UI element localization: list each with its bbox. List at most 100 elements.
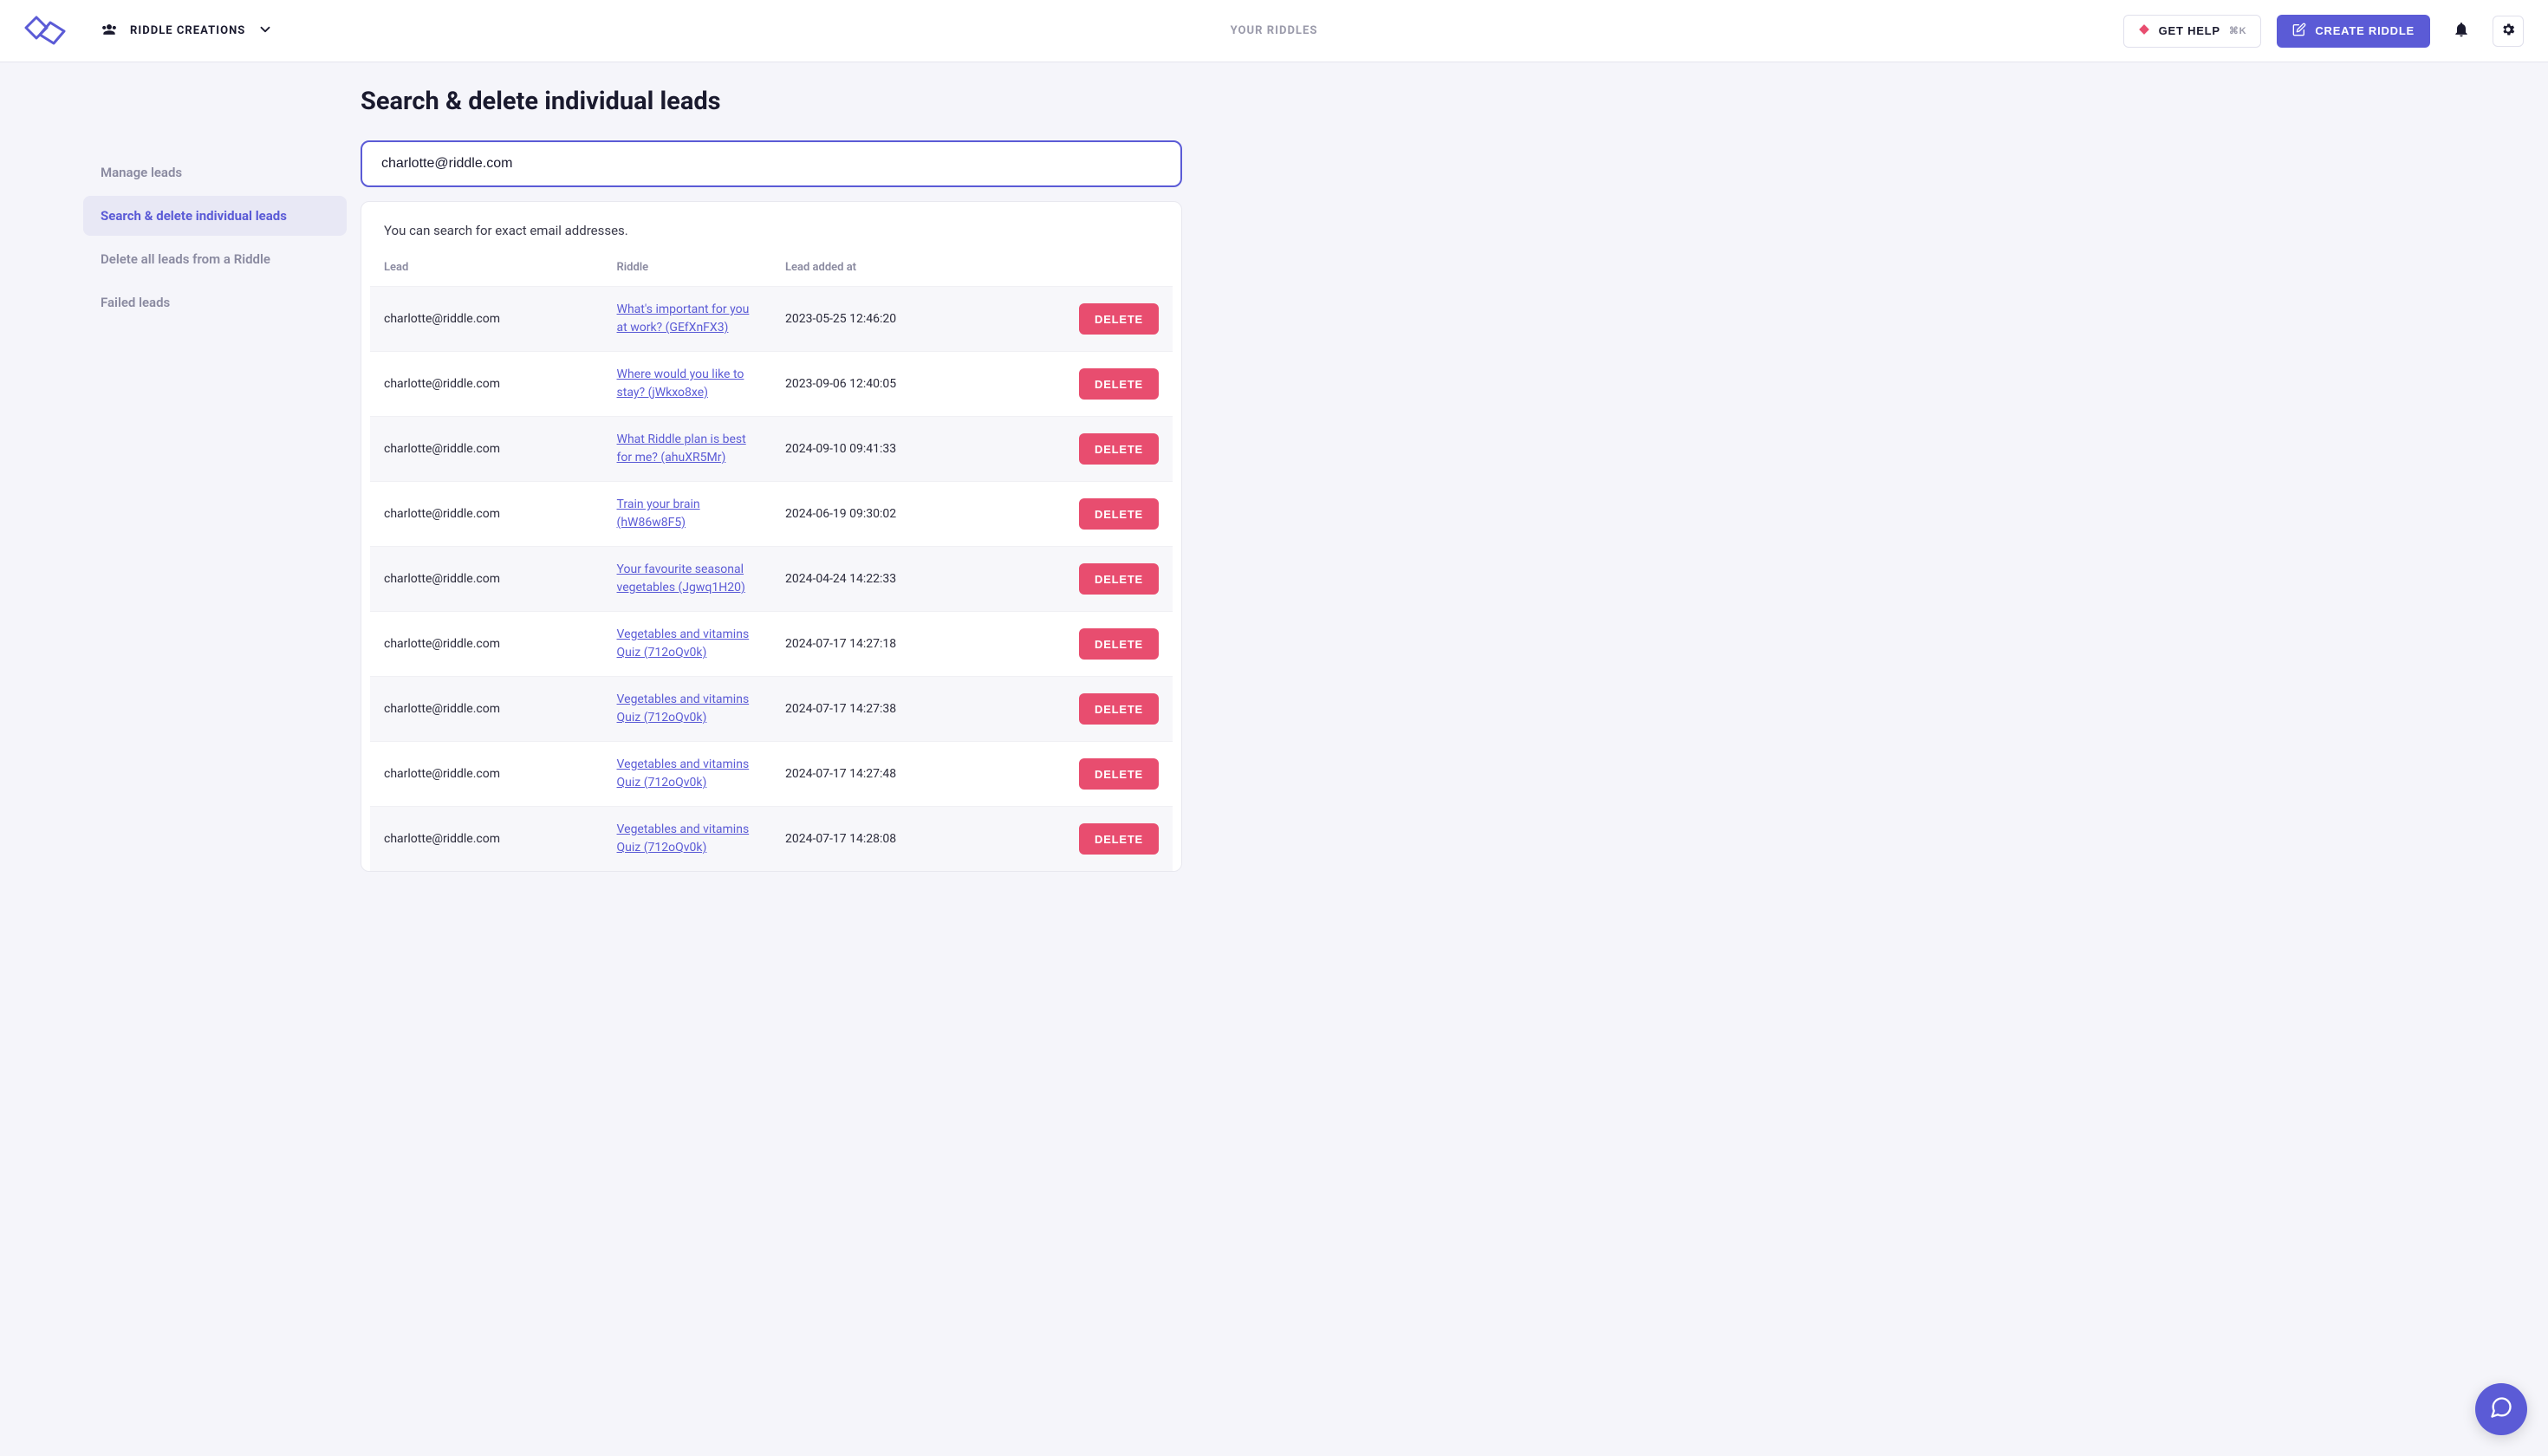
riddle-link[interactable]: What's important for you at work? (GEfXn… — [617, 301, 757, 337]
delete-button[interactable]: DELETE — [1079, 368, 1159, 400]
lead-date: 2024-06-19 09:30:02 — [771, 482, 988, 547]
lead-email: charlotte@riddle.com — [370, 547, 603, 612]
edit-icon — [2292, 23, 2306, 39]
lead-action-cell: DELETE — [988, 287, 1173, 352]
search-input[interactable] — [361, 140, 1182, 187]
lead-riddle-cell: What's important for you at work? (GEfXn… — [603, 287, 771, 352]
table-row: charlotte@riddle.com Vegetables and vitam… — [370, 742, 1173, 807]
lead-date: 2024-07-17 14:27:18 — [771, 612, 988, 677]
create-riddle-button[interactable]: CREATE RIDDLE — [2277, 15, 2430, 48]
topbar-right: GET HELP ⌘K CREATE RIDDLE — [2123, 15, 2524, 48]
topbar: RIDDLE CREATIONS YOUR RIDDLES GET HELP ⌘… — [0, 0, 2548, 62]
create-riddle-label: CREATE RIDDLE — [2315, 24, 2415, 37]
chat-icon — [2489, 1395, 2513, 1423]
logo-icon[interactable] — [24, 14, 69, 49]
lead-riddle-cell: Your favourite seasonal vegetables (Jgwq… — [603, 547, 771, 612]
lead-date: 2024-07-17 14:27:38 — [771, 677, 988, 742]
get-help-button[interactable]: GET HELP ⌘K — [2123, 15, 2262, 48]
bell-icon — [2453, 21, 2470, 42]
chevron-down-icon — [257, 22, 273, 41]
results-card: You can search for exact email addresses… — [361, 201, 1182, 872]
table-row: charlotte@riddle.com Your favourite seaso… — [370, 547, 1173, 612]
lead-action-cell: DELETE — [988, 352, 1173, 417]
lead-riddle-cell: Vegetables and vitamins Quiz (712oQv0k) — [603, 612, 771, 677]
table-row: charlotte@riddle.com Train your brain (hW… — [370, 482, 1173, 547]
delete-button[interactable]: DELETE — [1079, 628, 1159, 660]
lead-riddle-cell: What Riddle plan is best for me? (ahuXR5… — [603, 417, 771, 482]
riddle-link[interactable]: Your favourite seasonal vegetables (Jgwq… — [617, 561, 757, 597]
lead-riddle-cell: Where would you like to stay? (jWkxo8xe) — [603, 352, 771, 417]
people-icon — [101, 21, 118, 42]
delete-button[interactable]: DELETE — [1079, 823, 1159, 855]
diamond-icon — [2138, 23, 2150, 38]
riddle-link[interactable]: Vegetables and vitamins Quiz (712oQv0k) — [617, 691, 757, 727]
lead-action-cell: DELETE — [988, 417, 1173, 482]
table-row: charlotte@riddle.com Where would you like… — [370, 352, 1173, 417]
tab-your-riddles[interactable]: YOUR RIDDLES — [1231, 24, 1318, 37]
sidebar-item-search-delete-leads[interactable]: Search & delete individual leads — [83, 196, 347, 236]
riddle-link[interactable]: What Riddle plan is best for me? (ahuXR5… — [617, 431, 757, 467]
lead-action-cell: DELETE — [988, 482, 1173, 547]
workspace-selector[interactable]: RIDDLE CREATIONS — [101, 21, 273, 42]
lead-email: charlotte@riddle.com — [370, 417, 603, 482]
table-row: charlotte@riddle.com Vegetables and vitam… — [370, 807, 1173, 872]
notifications-button[interactable] — [2446, 16, 2477, 47]
lead-email: charlotte@riddle.com — [370, 482, 603, 547]
lead-date: 2024-07-17 14:28:08 — [771, 807, 988, 872]
col-header-added: Lead added at — [771, 256, 988, 287]
col-header-action — [988, 256, 1173, 287]
lead-email: charlotte@riddle.com — [370, 742, 603, 807]
settings-button[interactable] — [2493, 16, 2524, 47]
chat-widget-button[interactable] — [2475, 1383, 2527, 1435]
topbar-left: RIDDLE CREATIONS — [24, 14, 273, 49]
lead-action-cell: DELETE — [988, 677, 1173, 742]
content: Search & delete individual leads You can… — [361, 87, 1182, 872]
sidebar-item-manage-leads[interactable]: Manage leads — [83, 153, 347, 192]
get-help-shortcut: ⌘K — [2229, 25, 2247, 36]
sidebar-item-delete-all-leads[interactable]: Delete all leads from a Riddle — [83, 239, 347, 279]
delete-button[interactable]: DELETE — [1079, 433, 1159, 465]
lead-email: charlotte@riddle.com — [370, 612, 603, 677]
table-row: charlotte@riddle.com What's important for… — [370, 287, 1173, 352]
delete-button[interactable]: DELETE — [1079, 693, 1159, 725]
lead-riddle-cell: Train your brain (hW86w8F5) — [603, 482, 771, 547]
lead-date: 2024-09-10 09:41:33 — [771, 417, 988, 482]
lead-riddle-cell: Vegetables and vitamins Quiz (712oQv0k) — [603, 807, 771, 872]
lead-action-cell: DELETE — [988, 807, 1173, 872]
lead-action-cell: DELETE — [988, 612, 1173, 677]
delete-button[interactable]: DELETE — [1079, 758, 1159, 790]
lead-email: charlotte@riddle.com — [370, 287, 603, 352]
leads-table: Lead Riddle Lead added at charlotte@ridd… — [370, 256, 1173, 871]
lead-date: 2023-05-25 12:46:20 — [771, 287, 988, 352]
search-hint: You can search for exact email addresses… — [370, 223, 1173, 238]
page-title: Search & delete individual leads — [361, 87, 1182, 116]
sidebar-item-failed-leads[interactable]: Failed leads — [83, 283, 347, 322]
col-header-lead: Lead — [370, 256, 603, 287]
delete-button[interactable]: DELETE — [1079, 563, 1159, 595]
delete-button[interactable]: DELETE — [1079, 303, 1159, 335]
riddle-link[interactable]: Vegetables and vitamins Quiz (712oQv0k) — [617, 756, 757, 792]
riddle-link[interactable]: Where would you like to stay? (jWkxo8xe) — [617, 366, 757, 402]
table-row: charlotte@riddle.com Vegetables and vitam… — [370, 677, 1173, 742]
table-row: charlotte@riddle.com Vegetables and vitam… — [370, 612, 1173, 677]
sidebar: Manage leads Search & delete individual … — [0, 87, 361, 872]
lead-email: charlotte@riddle.com — [370, 807, 603, 872]
lead-email: charlotte@riddle.com — [370, 677, 603, 742]
main-wrapper: Manage leads Search & delete individual … — [0, 62, 2548, 896]
lead-action-cell: DELETE — [988, 547, 1173, 612]
get-help-label: GET HELP — [2159, 24, 2220, 37]
lead-date: 2023-09-06 12:40:05 — [771, 352, 988, 417]
lead-riddle-cell: Vegetables and vitamins Quiz (712oQv0k) — [603, 742, 771, 807]
riddle-link[interactable]: Train your brain (hW86w8F5) — [617, 496, 757, 532]
delete-button[interactable]: DELETE — [1079, 498, 1159, 530]
workspace-name: RIDDLE CREATIONS — [130, 24, 245, 37]
gear-icon — [2500, 22, 2516, 41]
lead-riddle-cell: Vegetables and vitamins Quiz (712oQv0k) — [603, 677, 771, 742]
riddle-link[interactable]: Vegetables and vitamins Quiz (712oQv0k) — [617, 821, 757, 857]
col-header-riddle: Riddle — [603, 256, 771, 287]
table-row: charlotte@riddle.com What Riddle plan is … — [370, 417, 1173, 482]
lead-email: charlotte@riddle.com — [370, 352, 603, 417]
lead-action-cell: DELETE — [988, 742, 1173, 807]
riddle-link[interactable]: Vegetables and vitamins Quiz (712oQv0k) — [617, 626, 757, 662]
lead-date: 2024-04-24 14:22:33 — [771, 547, 988, 612]
